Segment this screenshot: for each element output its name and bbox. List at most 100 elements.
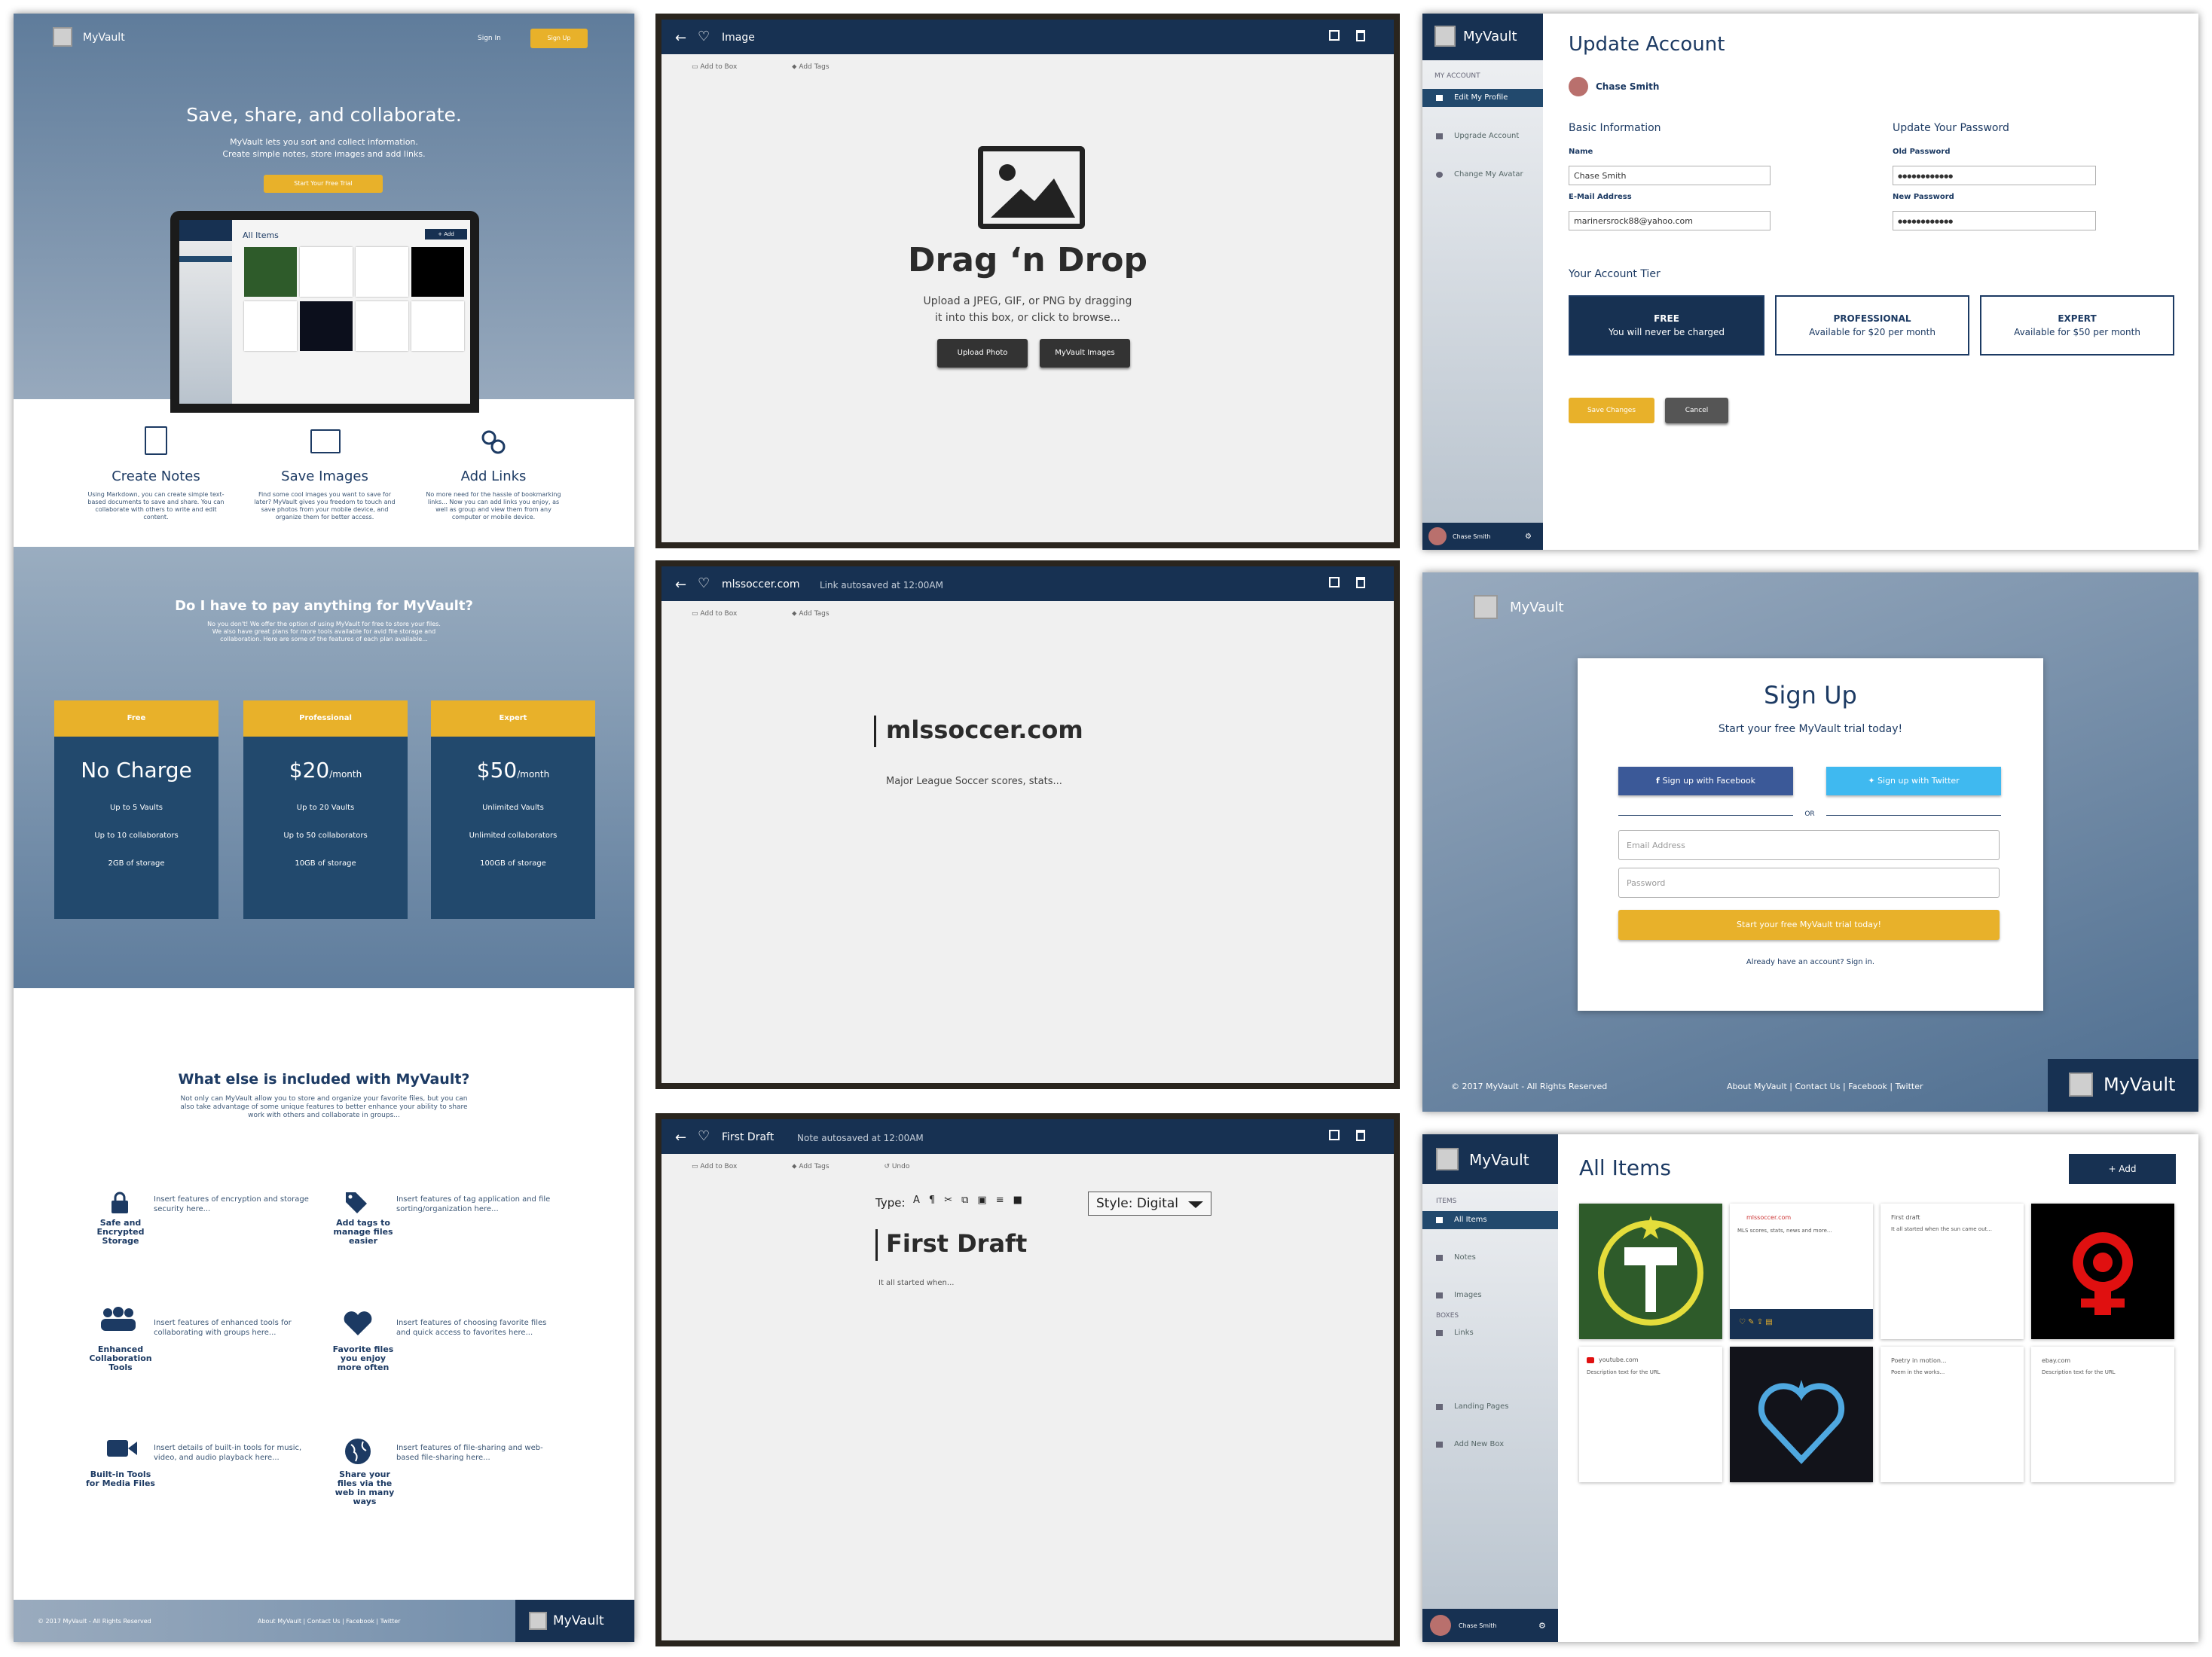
signup-button[interactable]: Sign Up xyxy=(530,29,588,48)
align-icon[interactable]: ≡ xyxy=(996,1195,1013,1206)
upload-photo-button[interactable]: Upload Photo xyxy=(937,339,1028,368)
heart-icon[interactable]: ♡ xyxy=(698,1128,710,1144)
paste-icon[interactable]: ▣ xyxy=(977,1195,995,1206)
plan-feature: 100GB of storage xyxy=(480,859,546,868)
trash-icon[interactable] xyxy=(1356,1130,1365,1141)
box-icon[interactable]: ▭ xyxy=(692,1163,700,1170)
sidebar-item-add-box[interactable]: Add New Box xyxy=(1422,1436,1558,1454)
style-select[interactable]: Style: Digital xyxy=(1088,1192,1211,1216)
back-arrow-icon[interactable]: ← xyxy=(675,577,686,593)
share-icon[interactable] xyxy=(1329,577,1340,587)
add-to-box-link[interactable]: Add to Box xyxy=(700,63,737,71)
logo-icon[interactable] xyxy=(53,27,72,47)
heart-icon[interactable]: ♡ xyxy=(698,29,710,44)
add-tags-link[interactable]: Add Tags xyxy=(799,1163,829,1170)
item-card-ebay[interactable]: ebay.com Description text for the URL xyxy=(2031,1347,2174,1482)
brand-name[interactable]: MyVault xyxy=(83,32,125,44)
item-card-poetry[interactable]: Poetry in motion... Poem in the works... xyxy=(1881,1347,2024,1482)
sidebar-item-edit-profile[interactable]: Edit My Profile xyxy=(1422,89,1543,107)
avatar[interactable] xyxy=(1569,77,1588,96)
extras-title: What else is included with MyVault? xyxy=(178,1071,470,1088)
email-field[interactable]: marinersrock88@yahoo.com xyxy=(1569,211,1771,230)
sidebar-item-upgrade[interactable]: Upgrade Account xyxy=(1422,127,1543,145)
share-icon[interactable] xyxy=(1329,1130,1340,1140)
share-icon[interactable] xyxy=(1329,30,1340,41)
trash-icon[interactable] xyxy=(1356,30,1365,41)
cut-icon[interactable]: ✂ xyxy=(944,1195,961,1206)
brand-name[interactable]: MyVault xyxy=(1510,600,1564,615)
note-heading[interactable]: First Draft xyxy=(886,1229,1027,1258)
logo-icon[interactable] xyxy=(1434,26,1456,47)
note-body[interactable]: It all started when... xyxy=(878,1279,954,1287)
twitter-signup-button[interactable]: ✦ Sign up with Twitter xyxy=(1826,767,2001,795)
myvault-images-button[interactable]: MyVault Images xyxy=(1040,339,1130,368)
plan-card-free[interactable]: Free No Charge Up to 5 Vaults Up to 10 c… xyxy=(54,700,218,919)
avatar[interactable] xyxy=(1430,1615,1451,1636)
trash-icon[interactable] xyxy=(1356,577,1365,588)
footer-links[interactable]: About MyVault | Contact Us | Facebook | … xyxy=(1727,1082,1923,1091)
brand-name[interactable]: MyVault xyxy=(1469,1151,1529,1169)
timbers-crest-icon xyxy=(1598,1216,1703,1326)
copy-icon[interactable]: ⧉ xyxy=(961,1195,977,1206)
item-card-heart-image[interactable] xyxy=(1730,1347,1873,1482)
add-tags-link[interactable]: Add Tags xyxy=(799,610,829,618)
sidebar-item-avatar[interactable]: Change My Avatar xyxy=(1422,166,1543,184)
add-to-box-link[interactable]: Add to Box xyxy=(700,1163,737,1170)
plan-card-professional[interactable]: Professional $20/month Up to 20 Vaults U… xyxy=(243,700,408,919)
signin-link[interactable]: Sign In xyxy=(478,35,501,42)
sidebar-user-name[interactable]: Chase Smith xyxy=(1453,533,1491,540)
password-input[interactable]: Password xyxy=(1618,868,2000,898)
brand-name[interactable]: MyVault xyxy=(1463,29,1517,44)
paragraph-icon[interactable]: ¶ xyxy=(929,1195,944,1206)
tier-free[interactable]: FREE You will never be charged xyxy=(1569,295,1764,356)
logo-icon[interactable] xyxy=(1474,595,1498,619)
start-trial-button[interactable]: Start Your Free Trial xyxy=(264,175,383,193)
box-icon[interactable]: ▭ xyxy=(692,63,700,71)
start-trial-button[interactable]: Start your free MyVault trial today! xyxy=(1618,910,2000,940)
plan-card-expert[interactable]: Expert $50/month Unlimited Vaults Unlimi… xyxy=(431,700,595,919)
back-arrow-icon[interactable]: ← xyxy=(675,30,686,46)
item-card-youtube[interactable]: youtube.com Description text for the URL xyxy=(1579,1347,1722,1482)
footer-links[interactable]: About MyVault | Contact Us | Facebook | … xyxy=(258,1618,400,1625)
sidebar-user-name[interactable]: Chase Smith xyxy=(1459,1622,1497,1629)
tier-professional[interactable]: PROFESSIONAL Available for $20 per month xyxy=(1775,295,1969,356)
avatar[interactable] xyxy=(1428,527,1447,545)
item-card-timbers[interactable] xyxy=(1579,1204,1722,1339)
logo-icon[interactable] xyxy=(1436,1148,1459,1170)
save-changes-button[interactable]: Save Changes xyxy=(1569,398,1654,423)
block-icon[interactable]: ■ xyxy=(1013,1195,1031,1206)
font-icon[interactable]: A xyxy=(913,1195,929,1206)
email-input[interactable]: Email Address xyxy=(1618,830,2000,860)
new-password-field[interactable]: ●●●●●●●●●●●● xyxy=(1893,211,2096,230)
undo-icon[interactable]: ↺ xyxy=(884,1163,891,1170)
sidebar-item-landing-pages[interactable]: Landing Pages xyxy=(1422,1398,1558,1416)
add-tags-link[interactable]: Add Tags xyxy=(799,63,829,71)
signin-link[interactable]: Already have an account? Sign in. xyxy=(1578,958,2043,966)
add-item-button[interactable]: + Add xyxy=(2069,1154,2176,1184)
extra-desc-storage: Insert features of encryption and storag… xyxy=(154,1195,309,1213)
tag-icon[interactable]: ⬥ xyxy=(792,610,799,618)
facebook-signup-button[interactable]: f Sign up with Facebook xyxy=(1618,767,1793,795)
box-icon[interactable]: ▭ xyxy=(692,610,700,618)
sidebar-item-notes[interactable]: Notes xyxy=(1422,1249,1558,1267)
tier-expert[interactable]: EXPERT Available for $50 per month xyxy=(1980,295,2174,356)
sidebar-item-links[interactable]: Links xyxy=(1422,1324,1558,1342)
link-description[interactable]: Major League Soccer scores, stats... xyxy=(886,776,1062,787)
name-field[interactable]: Chase Smith xyxy=(1569,166,1771,185)
undo-link[interactable]: Undo xyxy=(892,1163,910,1170)
tag-icon[interactable]: ⬥ xyxy=(792,63,799,71)
link-heading[interactable]: mlssoccer.com xyxy=(886,716,1083,744)
item-card-first-draft[interactable]: First draft It all started when the sun … xyxy=(1881,1204,2024,1339)
sidebar-item-images[interactable]: Images xyxy=(1422,1286,1558,1305)
gear-icon[interactable]: ⚙ xyxy=(1525,532,1532,541)
old-password-field[interactable]: ●●●●●●●●●●●● xyxy=(1893,166,2096,185)
item-card-red-emblem[interactable] xyxy=(2031,1204,2174,1339)
cancel-button[interactable]: Cancel xyxy=(1665,398,1728,423)
gear-icon[interactable]: ⚙ xyxy=(1538,1621,1546,1631)
add-to-box-link[interactable]: Add to Box xyxy=(700,610,737,618)
tag-icon[interactable]: ⬥ xyxy=(792,1163,799,1170)
heart-icon[interactable]: ♡ xyxy=(698,575,710,591)
back-arrow-icon[interactable]: ← xyxy=(675,1130,686,1146)
sidebar-item-all-items[interactable]: All Items xyxy=(1422,1211,1558,1229)
item-card-mlssoccer[interactable]: mlssoccer.com MLS scores, stats, news an… xyxy=(1730,1204,1873,1339)
